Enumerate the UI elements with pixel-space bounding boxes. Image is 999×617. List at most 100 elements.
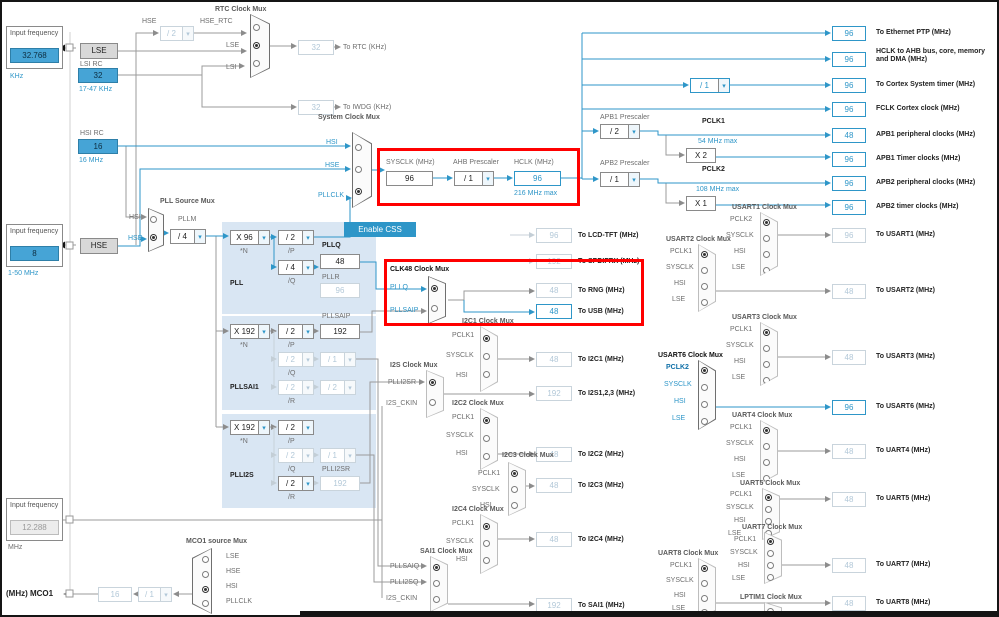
sai1-clock-mux[interactable] bbox=[430, 556, 448, 612]
pll-source-mux[interactable] bbox=[148, 208, 164, 252]
usart3-clock-mux[interactable] bbox=[760, 322, 778, 386]
usb-frequency-box[interactable]: 48 bbox=[536, 304, 572, 319]
mux-option-radio[interactable] bbox=[253, 24, 260, 31]
mux-option-radio[interactable] bbox=[763, 345, 770, 352]
pll-p-dropdown[interactable]: / 2 ▾ bbox=[278, 230, 314, 245]
uart8-clock-mux[interactable] bbox=[698, 558, 716, 615]
lse-oscillator-box[interactable]: LSE bbox=[80, 43, 118, 59]
i2c2-clock-mux[interactable] bbox=[480, 408, 498, 470]
mux-option-radio[interactable] bbox=[511, 486, 518, 493]
ethernet-ptp-frequency-box[interactable]: 96 bbox=[832, 26, 866, 41]
mux-option-radio[interactable] bbox=[483, 523, 490, 530]
mux-option-radio[interactable] bbox=[701, 299, 708, 306]
fclk-frequency-box[interactable]: 96 bbox=[832, 102, 866, 117]
plli2s-r-dropdown[interactable]: / 2 ▾ bbox=[278, 476, 314, 491]
pllsai1-p-dropdown[interactable]: / 2 ▾ bbox=[278, 324, 314, 339]
mux-option-radio[interactable] bbox=[202, 600, 209, 607]
mux-option-radio[interactable] bbox=[511, 470, 518, 477]
mux-option-radio[interactable] bbox=[483, 335, 490, 342]
hse-oscillator-box[interactable]: HSE bbox=[80, 238, 118, 254]
mux-option-radio[interactable] bbox=[253, 42, 260, 49]
mux-option-radio[interactable] bbox=[701, 580, 708, 587]
cortex-timer-prescaler-dropdown[interactable]: / 1 ▾ bbox=[690, 78, 730, 93]
mux-option-radio[interactable] bbox=[202, 556, 209, 563]
pll-n-dropdown[interactable]: X 96 ▾ bbox=[230, 230, 270, 245]
plli2s-qdiv-dropdown[interactable]: / 1 ▾ bbox=[320, 448, 356, 463]
pll-q-dropdown[interactable]: / 4 ▾ bbox=[278, 260, 314, 275]
mux-option-radio[interactable] bbox=[767, 550, 774, 557]
i2c3-clock-mux[interactable] bbox=[508, 462, 526, 516]
mux-option-radio[interactable] bbox=[701, 418, 708, 425]
mux-option-radio[interactable] bbox=[763, 427, 770, 434]
hse-frequency-value[interactable]: 8 bbox=[10, 246, 59, 261]
mux-option-radio[interactable] bbox=[763, 219, 770, 226]
cortex-timer-frequency-box[interactable]: 96 bbox=[832, 78, 866, 93]
mux-option-radio[interactable] bbox=[253, 60, 260, 67]
mux-option-radio[interactable] bbox=[431, 305, 438, 312]
i2s-clock-mux[interactable] bbox=[426, 370, 444, 418]
rtc-hse-prescaler-dropdown[interactable]: / 2 ▾ bbox=[160, 26, 194, 41]
mux-option-radio[interactable] bbox=[701, 401, 708, 408]
mux-option-radio[interactable] bbox=[763, 443, 770, 450]
i2c1-clock-mux[interactable] bbox=[480, 326, 498, 392]
mux-option-radio[interactable] bbox=[483, 417, 490, 424]
mux-option-radio[interactable] bbox=[433, 580, 440, 587]
apb1-prescaler-dropdown[interactable]: / 2 ▾ bbox=[600, 124, 640, 139]
pllq-value-box[interactable]: 48 bbox=[320, 254, 360, 269]
mux-option-radio[interactable] bbox=[701, 565, 708, 572]
uart5-clock-mux[interactable] bbox=[762, 488, 780, 540]
mux-option-radio[interactable] bbox=[355, 166, 362, 173]
mux-option-radio[interactable] bbox=[701, 595, 708, 602]
mux-option-radio[interactable] bbox=[483, 540, 490, 547]
pllsai1-rdiv-dropdown[interactable]: / 2 ▾ bbox=[320, 380, 356, 395]
mux-option-radio[interactable] bbox=[483, 435, 490, 442]
mux-option-radio[interactable] bbox=[431, 285, 438, 292]
mux-option-radio[interactable] bbox=[763, 235, 770, 242]
plli2s-p-dropdown[interactable]: / 2 ▾ bbox=[278, 420, 314, 435]
plli2s-n-dropdown[interactable]: X 192 ▾ bbox=[230, 420, 270, 435]
ahb-prescaler-dropdown[interactable]: / 1 ▾ bbox=[454, 171, 494, 186]
plli2s-q-dropdown[interactable]: / 2 ▾ bbox=[278, 448, 314, 463]
uart7-clock-mux[interactable] bbox=[764, 532, 782, 584]
enable-css-button[interactable]: Enable CSS bbox=[344, 222, 416, 237]
mux-option-radio[interactable] bbox=[483, 557, 490, 564]
apb2-timer-frequency-box[interactable]: 96 bbox=[832, 200, 866, 215]
mux-option-radio[interactable] bbox=[701, 384, 708, 391]
mux-option-radio[interactable] bbox=[765, 506, 772, 513]
lsi-frequency-value[interactable]: 32 bbox=[78, 68, 118, 83]
apb1-timer-frequency-box[interactable]: 96 bbox=[832, 152, 866, 167]
mux-option-radio[interactable] bbox=[355, 188, 362, 195]
mux-option-radio[interactable] bbox=[483, 371, 490, 378]
lse-frequency-value[interactable]: 32.768 bbox=[10, 48, 59, 63]
mux-option-radio[interactable] bbox=[511, 502, 518, 509]
mux-option-radio[interactable] bbox=[767, 574, 774, 581]
hclk-value-box[interactable]: 96 bbox=[514, 171, 561, 186]
pllsai1-n-dropdown[interactable]: X 192 ▾ bbox=[230, 324, 270, 339]
pllm-dropdown[interactable]: / 4 ▾ bbox=[170, 229, 206, 244]
mux-option-radio[interactable] bbox=[701, 251, 708, 258]
usart2-clock-mux[interactable] bbox=[698, 244, 716, 312]
system-clock-mux[interactable] bbox=[352, 132, 372, 208]
usart6-clock-mux[interactable] bbox=[698, 360, 716, 430]
pllsai1-r-dropdown[interactable]: / 2 ▾ bbox=[278, 380, 314, 395]
usart1-clock-mux[interactable] bbox=[760, 212, 778, 276]
sysclk-value-box[interactable]: 96 bbox=[386, 171, 433, 186]
mux-option-radio[interactable] bbox=[701, 267, 708, 274]
apb1-peripheral-frequency-box[interactable]: 48 bbox=[832, 128, 866, 143]
mco1-prescaler-dropdown[interactable]: / 1 ▾ bbox=[138, 587, 172, 602]
mux-option-radio[interactable] bbox=[701, 283, 708, 290]
mux-option-radio[interactable] bbox=[150, 216, 157, 223]
mux-option-radio[interactable] bbox=[433, 564, 440, 571]
mux-option-radio[interactable] bbox=[763, 329, 770, 336]
mux-option-radio[interactable] bbox=[355, 144, 362, 151]
mux-option-radio[interactable] bbox=[202, 586, 209, 593]
mux-option-radio[interactable] bbox=[767, 538, 774, 545]
mux-option-radio[interactable] bbox=[763, 251, 770, 258]
apb2-prescaler-dropdown[interactable]: / 1 ▾ bbox=[600, 172, 640, 187]
mux-option-radio[interactable] bbox=[767, 562, 774, 569]
rtc-clock-mux[interactable] bbox=[250, 14, 270, 78]
pllsaip-value-box[interactable]: 192 bbox=[320, 324, 360, 339]
mux-option-radio[interactable] bbox=[701, 367, 708, 374]
mux-option-radio[interactable] bbox=[765, 494, 772, 501]
uart4-clock-mux[interactable] bbox=[760, 420, 778, 484]
